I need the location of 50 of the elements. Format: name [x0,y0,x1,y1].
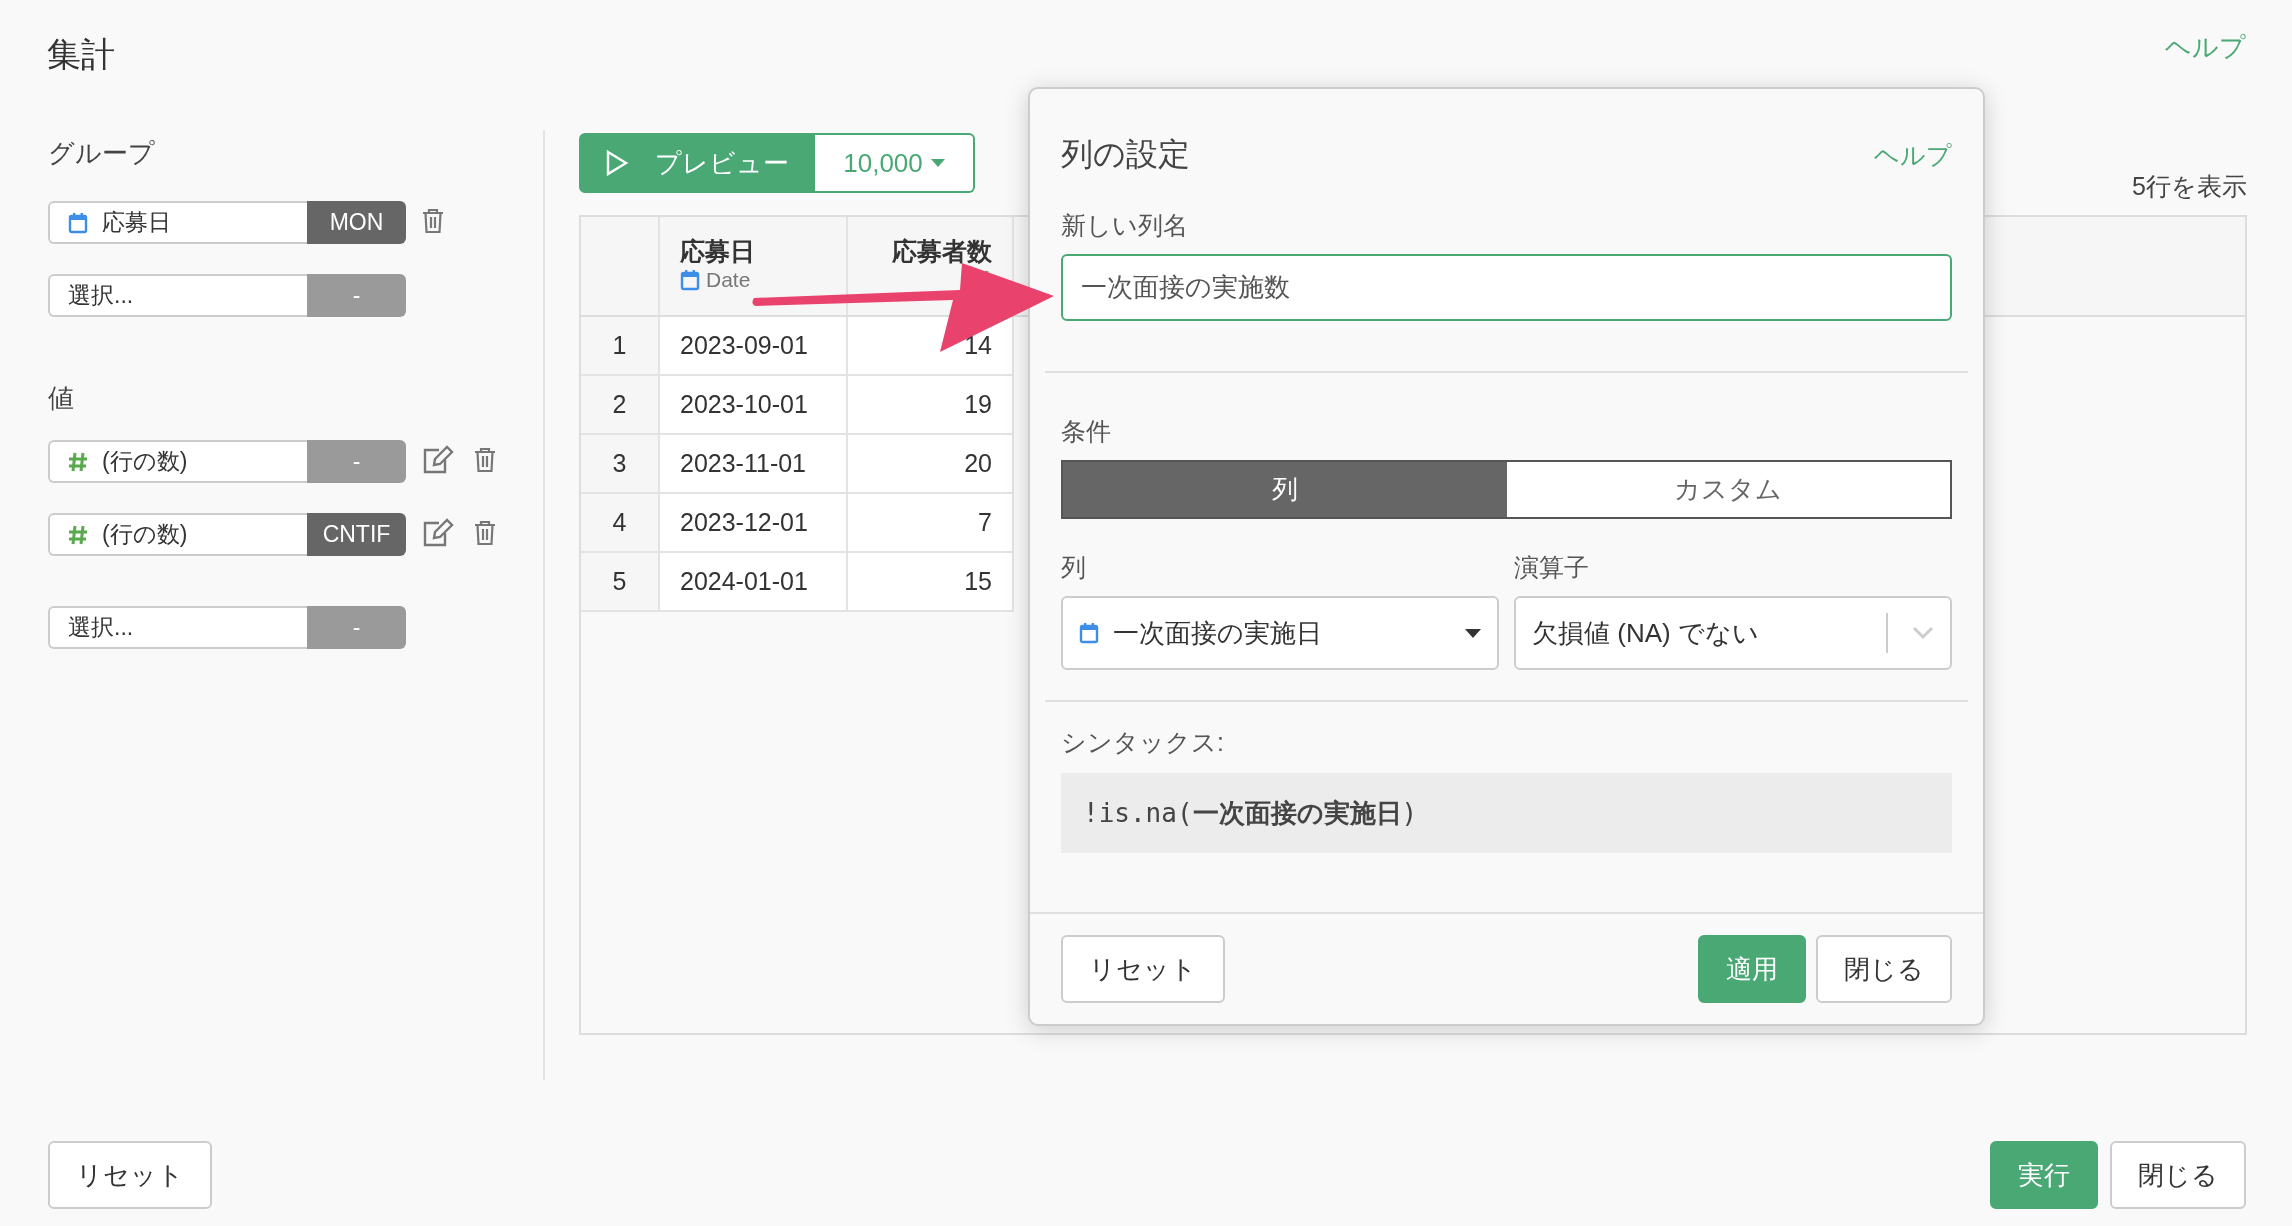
row-index: 3 [581,434,659,493]
section-label: 値 [48,382,75,415]
table-cell: 19 [847,375,1013,434]
section-label: 条件 [1061,416,1112,447]
table-cell: 15 [847,552,1013,611]
field-select[interactable]: (行の数) [48,513,307,556]
column-name-field[interactable]: 一次面接の実施数 [1061,254,1952,321]
table-cell: 2024-01-01 [659,552,847,611]
field-select[interactable]: (行の数) [48,440,307,483]
table-cell: 2023-12-01 [659,493,847,552]
column-header: 応募日 Date [659,217,847,316]
field-select[interactable]: 選択... [48,274,307,317]
table-cell: 2023-09-01 [659,316,847,375]
condition-tab[interactable]: カスタム [1506,462,1950,517]
table-cell: 20 [847,434,1013,493]
field-select[interactable]: 選択... [48,606,307,649]
table-cell: 2023-10-01 [659,375,847,434]
row-count: 5行を表示 [2132,171,2247,202]
row-index: 4 [581,493,659,552]
page-title: 集計 [47,34,115,75]
table-cell: 2023-11-01 [659,434,847,493]
syntax-preview: !is.na(一次面接の実施日) [1061,773,1952,853]
chevron-down-icon [1912,626,1934,640]
close-button[interactable]: 閉じる [2110,1141,2246,1209]
function-button[interactable]: MON [307,201,406,244]
reset-button[interactable]: リセット [48,1141,212,1209]
field-label: 列 [1061,552,1087,583]
row-limit-dropdown[interactable]: 10,000 [815,133,975,193]
row-index: 1 [581,316,659,375]
function-button[interactable]: CNTIF [307,513,406,556]
field-select[interactable]: 応募日 [48,201,307,244]
field-label: 新しい列名 [1061,210,1189,241]
close-button[interactable]: 閉じる [1816,935,1952,1003]
play-icon [605,149,629,177]
run-button[interactable]: 実行 [1990,1141,2098,1209]
reset-button[interactable]: リセット [1061,935,1225,1003]
operator-select[interactable]: 欠損値 (NA) でない [1514,596,1952,670]
table-cell: 7 [847,493,1013,552]
column-select[interactable]: 一次面接の実施日 [1061,596,1499,670]
section-label: グループ [48,137,156,170]
caret-icon [1465,628,1481,638]
caret-icon [930,159,945,167]
dialog-title: 列の設定 [1061,135,1190,174]
row-index: 5 [581,552,659,611]
condition-tab[interactable]: 列 [1063,462,1507,517]
preview-button[interactable]: プレビュー [579,133,815,193]
row-index: 2 [581,375,659,434]
apply-button[interactable]: 適用 [1698,935,1806,1003]
field-label: 演算子 [1514,552,1590,583]
section-label: シンタックス: [1061,727,1225,758]
